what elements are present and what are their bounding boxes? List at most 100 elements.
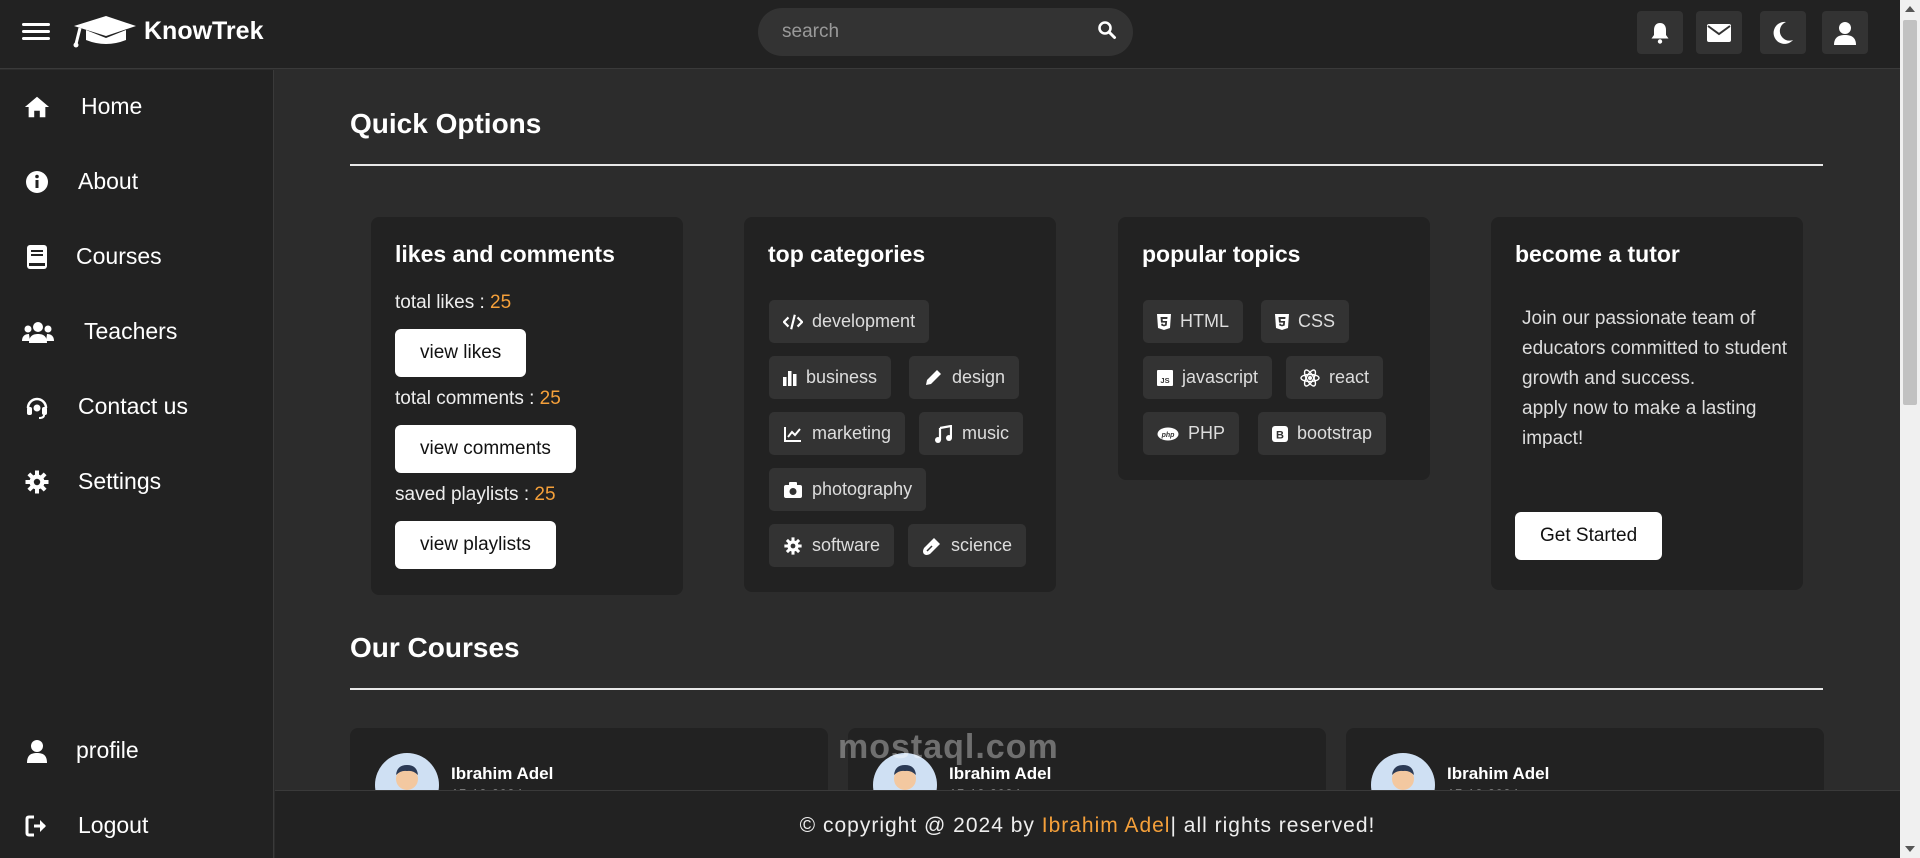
category-chip-development[interactable]: development — [769, 300, 930, 343]
category-chip-design[interactable]: design — [909, 356, 1020, 399]
total-likes-label: total likes : — [395, 292, 491, 313]
vial-icon — [922, 536, 942, 556]
music-icon — [933, 424, 953, 444]
tutor-description: Join our passionate team of educators co… — [1522, 304, 1792, 454]
sidebar-item-home[interactable]: Home — [0, 78, 274, 134]
menu-bar-icon — [22, 30, 50, 33]
category-chip-software[interactable]: software — [769, 524, 895, 567]
topic-chip-bootstrap[interactable]: B bootstrap — [1258, 412, 1387, 455]
card-title: become a tutor — [1515, 241, 1680, 267]
course-card[interactable]: Ibrahim Adel 15-12-2024 — [350, 728, 828, 790]
author-link[interactable]: Ibrahim Adel — [1042, 814, 1171, 837]
sidebar-item-logout[interactable]: Logout — [0, 797, 274, 853]
teacher-name: Ibrahim Adel — [451, 764, 554, 783]
search-icon[interactable] — [1097, 20, 1117, 45]
menu-toggle-button[interactable] — [22, 19, 50, 47]
users-icon — [22, 319, 54, 345]
sidebar-item-about[interactable]: About — [0, 153, 274, 209]
sidebar-item-settings[interactable]: Settings — [0, 453, 274, 509]
total-comments-count: 25 — [539, 388, 561, 409]
sidebar-item-label: profile — [76, 736, 139, 763]
sidebar-item-profile[interactable]: profile — [0, 722, 274, 778]
scrollbar-thumb[interactable] — [1903, 20, 1917, 405]
main-content: Quick Options likes and comments total l… — [275, 70, 1900, 790]
page-scrollbar[interactable] — [1900, 0, 1920, 858]
menu-bar-icon — [22, 37, 50, 40]
category-chip-science[interactable]: science — [908, 524, 1027, 567]
chip-label: development — [812, 311, 916, 331]
become-tutor-card: become a tutor Join our passionate team … — [1491, 217, 1803, 590]
teacher-avatar — [375, 753, 439, 790]
user-icon — [24, 738, 50, 764]
sidebar-item-teachers[interactable]: Teachers — [0, 303, 274, 359]
topic-chip-css[interactable]: CSS — [1261, 300, 1350, 343]
app-name: KnowTrek — [144, 16, 264, 45]
teacher-name: Ibrahim Adel — [1447, 764, 1550, 783]
php-icon: php — [1157, 424, 1179, 444]
chip-label: science — [951, 535, 1013, 555]
info-icon — [24, 169, 50, 195]
sidebar: Home About Courses Teachers Contact us S… — [0, 70, 274, 858]
topic-chip-javascript[interactable]: JS javascript — [1143, 356, 1273, 399]
sidebar-item-label: Teachers — [84, 317, 178, 344]
home-icon — [24, 94, 50, 120]
notifications-button[interactable] — [1637, 11, 1683, 54]
envelope-icon — [1707, 23, 1731, 42]
card-title: popular topics — [1142, 241, 1301, 267]
teacher-avatar — [873, 753, 937, 790]
svg-text:JS: JS — [1160, 376, 1169, 385]
bootstrap-icon: B — [1272, 424, 1288, 444]
sidebar-item-courses[interactable]: Courses — [0, 228, 274, 284]
chip-label: javascript — [1182, 367, 1259, 387]
book-icon — [24, 244, 50, 270]
sidebar-item-contact[interactable]: Contact us — [0, 378, 274, 434]
react-icon — [1300, 368, 1320, 388]
view-likes-button[interactable]: view likes — [395, 329, 527, 377]
chip-label: marketing — [812, 423, 892, 443]
chip-label: HTML — [1180, 311, 1229, 331]
scroll-down-arrow-icon[interactable] — [1905, 846, 1915, 852]
total-likes: total likes : 25 — [395, 292, 511, 314]
section-divider — [350, 688, 1823, 690]
js-icon: JS — [1157, 368, 1173, 388]
sidebar-item-label: About — [78, 167, 139, 194]
chip-label: business — [806, 367, 878, 387]
likes-comments-card: likes and comments total likes : 25 view… — [371, 217, 683, 595]
top-categories-card: top categories development business desi… — [744, 217, 1056, 592]
headset-icon — [24, 394, 50, 420]
get-started-button[interactable]: Get Started — [1515, 512, 1663, 560]
code-icon — [783, 312, 803, 332]
chip-label: react — [1329, 367, 1370, 387]
category-chip-photography[interactable]: photography — [769, 468, 927, 511]
total-comments: total comments : 25 — [395, 388, 561, 410]
messages-button[interactable] — [1696, 11, 1742, 54]
card-title: top categories — [768, 241, 926, 267]
user-menu-button[interactable] — [1822, 11, 1868, 54]
app-logo[interactable]: KnowTrek — [70, 14, 263, 48]
html5-icon — [1157, 312, 1171, 332]
topic-chip-react[interactable]: react — [1286, 356, 1384, 399]
camera-icon — [783, 480, 803, 500]
saved-playlists-count: 25 — [534, 484, 556, 505]
top-header: KnowTrek — [0, 0, 1900, 69]
course-card[interactable]: Ibrahim Adel 15-12-2024 — [848, 728, 1326, 790]
sidebar-item-label: Courses — [76, 242, 162, 269]
view-comments-button[interactable]: view comments — [395, 425, 576, 473]
chip-label: photography — [812, 479, 913, 499]
sidebar-item-label: Settings — [78, 467, 162, 494]
course-card[interactable]: Ibrahim Adel 15-12-2024 — [1346, 728, 1824, 790]
topic-chip-php[interactable]: php PHP — [1143, 412, 1240, 455]
copyright-prefix: © copyright @ 2024 by — [799, 814, 1042, 837]
sidebar-item-label: Home — [81, 92, 143, 119]
view-playlists-button[interactable]: view playlists — [395, 521, 556, 569]
category-chip-business[interactable]: business — [769, 356, 892, 399]
footer: © copyright @ 2024 by Ibrahim Adel| all … — [275, 790, 1900, 858]
category-chip-marketing[interactable]: marketing — [769, 412, 906, 455]
user-icon — [1834, 21, 1856, 45]
copyright-suffix: | all rights reserved! — [1170, 814, 1376, 837]
category-chip-music[interactable]: music — [919, 412, 1024, 455]
search-input[interactable] — [782, 20, 1082, 44]
scroll-up-arrow-icon[interactable] — [1905, 6, 1915, 12]
theme-toggle-button[interactable] — [1760, 11, 1806, 54]
topic-chip-html[interactable]: HTML — [1143, 300, 1243, 343]
